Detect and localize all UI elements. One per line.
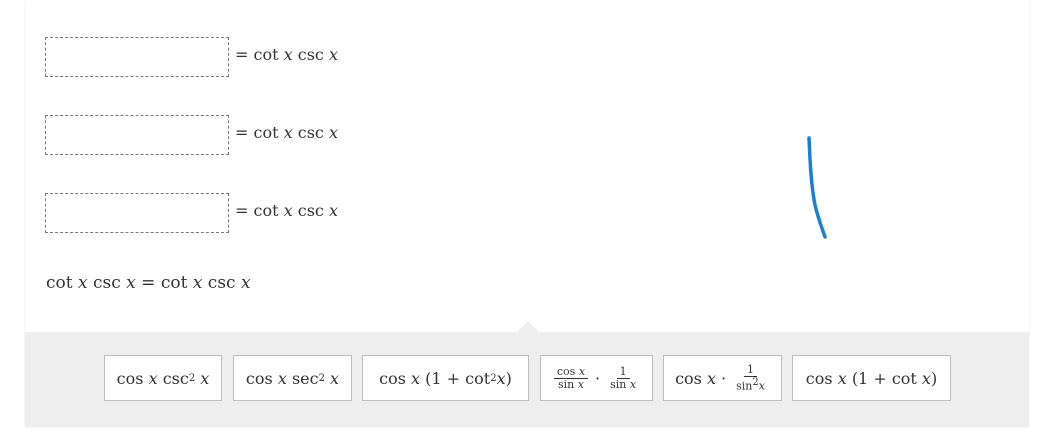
step-3-drop-target[interactable] bbox=[45, 193, 229, 233]
answer-tile-tray: cos x csc 2 x cos x sec 2 x cos x (1 + cot… bbox=[25, 321, 1029, 427]
tile-cos-sec-squared[interactable]: cos x sec 2 x bbox=[233, 355, 352, 401]
tile-cos-one-plus-cot-squared[interactable]: cos x (1 + cot 2 x) bbox=[362, 355, 529, 401]
step-2-rhs: = cot x csc x bbox=[235, 123, 338, 142]
final-equation: cot x csc x = cot x csc x bbox=[46, 273, 251, 293]
proof-work-area: = cot x csc x = cot x csc x = cot x csc … bbox=[25, 0, 1029, 332]
fraction-one-over-sin-squared: 1 sin2x bbox=[736, 362, 765, 393]
pen-stroke bbox=[807, 136, 827, 239]
step-1-drop-target[interactable] bbox=[45, 37, 229, 77]
tile-cos-times-one-over-sin-squared[interactable]: cos x · 1 sin2x bbox=[663, 355, 782, 401]
tile-cos-over-sin-times-one-over-sin[interactable]: cos x sin x · 1 sin x bbox=[540, 355, 653, 401]
step-3-rhs: = cot x csc x bbox=[235, 201, 338, 220]
proof-card: = cot x csc x = cot x csc x = cot x csc … bbox=[25, 0, 1029, 427]
fraction-one-over-sin: 1 sin x bbox=[610, 364, 637, 391]
tray-pointer bbox=[517, 321, 539, 332]
step-2-drop-target[interactable] bbox=[45, 115, 229, 155]
step-1-rhs: = cot x csc x bbox=[235, 45, 338, 64]
fraction-cos-over-sin: cos x sin x bbox=[553, 365, 589, 391]
tile-cos-csc-squared[interactable]: cos x csc 2 x bbox=[104, 355, 222, 401]
tile-cos-one-plus-cot[interactable]: cos x (1 + cot x) bbox=[792, 355, 951, 401]
